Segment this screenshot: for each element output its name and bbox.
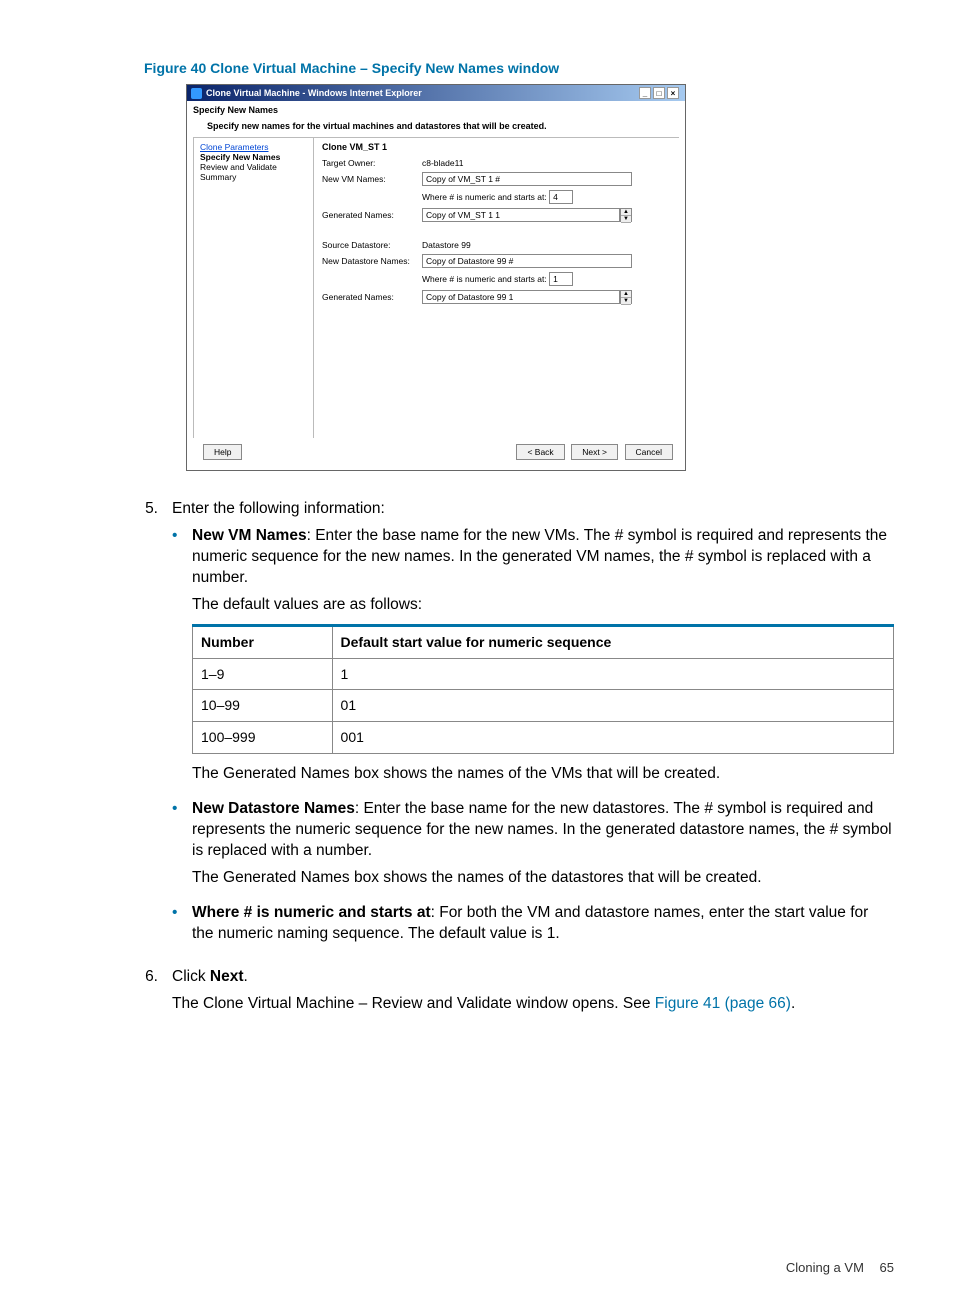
dialog-footer: Help < Back Next > Cancel: [193, 438, 679, 466]
table-cell: 001: [332, 722, 893, 754]
minimize-icon[interactable]: _: [639, 87, 651, 99]
page-footer: Cloning a VM 65: [144, 1260, 894, 1275]
dialog-form: Clone VM_ST 1 Target Owner: c8-blade11 N…: [314, 138, 679, 438]
table-cell: 1: [332, 658, 893, 690]
footer-page-number: 65: [880, 1260, 894, 1275]
step-6-line2-pre: The Clone Virtual Machine – Review and V…: [172, 995, 655, 1012]
maximize-icon[interactable]: □: [653, 87, 665, 99]
table-cell: 10–99: [193, 690, 333, 722]
ds-generated-updown-icon[interactable]: ▲▼: [620, 290, 632, 304]
dialog-section-desc: Specify new names for the virtual machin…: [207, 121, 679, 131]
figure-caption: Figure 40 Clone Virtual Machine – Specif…: [144, 60, 894, 76]
nav-review-validate[interactable]: Review and Validate: [200, 162, 307, 172]
bullet-1-p2: The default values are as follows:: [192, 595, 894, 616]
figure-41-link[interactable]: Figure 41 (page 66): [655, 995, 791, 1012]
next-button[interactable]: Next >: [571, 444, 618, 460]
ds-numeric-start-input[interactable]: 1: [549, 272, 573, 286]
dialog-nav: Clone Parameters Specify New Names Revie…: [194, 138, 314, 438]
new-ds-label: New Datastore Names:: [322, 256, 422, 266]
vm-numeric-prefix: Where # is numeric and starts at:: [422, 192, 547, 202]
bullet-3-bold: Where # is numeric and starts at: [192, 904, 431, 921]
window-controls[interactable]: _□×: [639, 87, 681, 99]
step-5-number: 5.: [144, 499, 172, 959]
table-row: 10–99 01: [193, 690, 894, 722]
table-row: 1–9 1: [193, 658, 894, 690]
step-6-pre: Click: [172, 968, 210, 985]
bullet-1-bold: New VM Names: [192, 527, 307, 544]
source-ds-value: Datastore 99: [422, 240, 671, 250]
ds-generated-value[interactable]: Copy of Datastore 99 1: [422, 290, 620, 304]
bullet-2-bold: New Datastore Names: [192, 800, 355, 817]
bullet-icon: •: [172, 526, 192, 791]
new-vm-names-input[interactable]: Copy of VM_ST 1 #: [422, 172, 632, 186]
default-values-table: Number Default start value for numeric s…: [192, 624, 894, 755]
nav-specify-new-names[interactable]: Specify New Names: [200, 152, 307, 162]
bullet-1-p3: The Generated Names box shows the names …: [192, 764, 894, 785]
table-cell: 100–999: [193, 722, 333, 754]
bullet-icon: •: [172, 799, 192, 895]
ds-generated-label: Generated Names:: [322, 292, 422, 302]
bullet-2-p2: The Generated Names box shows the names …: [192, 868, 894, 889]
vm-generated-label: Generated Names:: [322, 210, 422, 220]
step-6-post: .: [244, 968, 248, 985]
dialog-title: Clone Virtual Machine - Windows Internet…: [206, 88, 422, 98]
table-header-number: Number: [193, 625, 333, 658]
ie-icon: [191, 88, 202, 99]
vm-generated-value[interactable]: Copy of VM_ST 1 1: [422, 208, 620, 222]
new-ds-input[interactable]: Copy of Datastore 99 #: [422, 254, 632, 268]
table-header-default: Default start value for numeric sequence: [332, 625, 893, 658]
cancel-button[interactable]: Cancel: [625, 444, 673, 460]
dialog-window: Clone Virtual Machine - Windows Internet…: [186, 84, 686, 471]
source-ds-label: Source Datastore:: [322, 240, 422, 250]
table-cell: 1–9: [193, 658, 333, 690]
nav-clone-parameters[interactable]: Clone Parameters: [200, 142, 307, 152]
ds-numeric-prefix: Where # is numeric and starts at:: [422, 274, 547, 284]
new-vm-names-label: New VM Names:: [322, 174, 422, 184]
step-6-line2-post: .: [791, 995, 795, 1012]
target-owner-value: c8-blade11: [422, 158, 671, 168]
step-5-intro: Enter the following information:: [172, 499, 894, 520]
bullet-icon: •: [172, 903, 192, 951]
close-icon[interactable]: ×: [667, 87, 679, 99]
footer-section: Cloning a VM: [786, 1260, 864, 1275]
step-6-bold: Next: [210, 968, 244, 985]
target-owner-label: Target Owner:: [322, 158, 422, 168]
help-button[interactable]: Help: [203, 444, 242, 460]
vm-generated-updown-icon[interactable]: ▲▼: [620, 208, 632, 222]
back-button[interactable]: < Back: [516, 444, 564, 460]
table-cell: 01: [332, 690, 893, 722]
form-fieldset-title: Clone VM_ST 1: [322, 142, 671, 152]
table-row: 100–999 001: [193, 722, 894, 754]
nav-summary[interactable]: Summary: [200, 172, 307, 182]
dialog-section-title: Specify New Names: [193, 105, 679, 115]
vm-numeric-start-input[interactable]: 4: [549, 190, 573, 204]
dialog-titlebar: Clone Virtual Machine - Windows Internet…: [187, 85, 685, 101]
step-6-number: 6.: [144, 967, 172, 1021]
